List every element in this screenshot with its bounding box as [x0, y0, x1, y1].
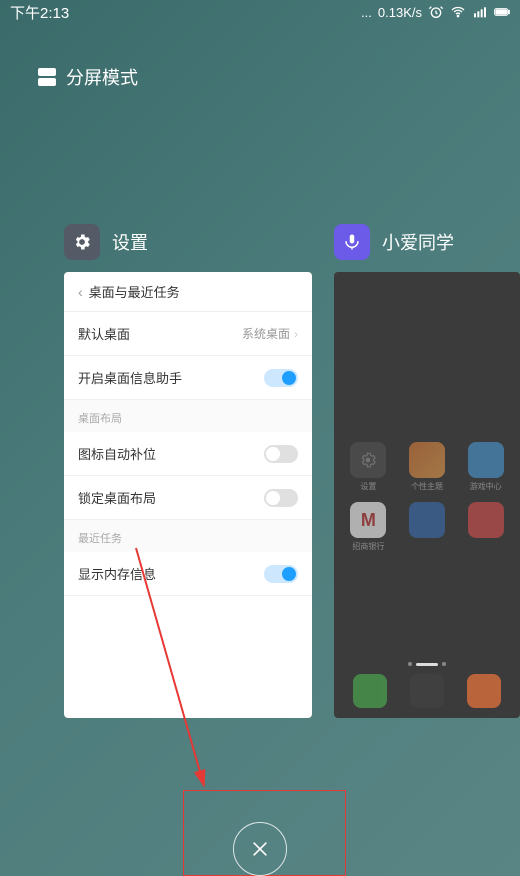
row-auto-fill[interactable]: 图标自动补位 — [64, 432, 312, 476]
split-screen-label: 分屏模式 — [66, 64, 138, 90]
chevron-right-icon: › — [294, 327, 298, 341]
close-icon — [250, 839, 270, 859]
status-bar: 下午2:13 ... 0.13K/s — [0, 0, 520, 24]
row-label: 锁定桌面布局 — [78, 488, 156, 507]
alarm-icon — [428, 4, 444, 20]
dock — [342, 674, 512, 708]
split-screen-icon — [38, 68, 56, 86]
hs-icon[interactable]: M招商银行 — [342, 502, 395, 552]
hs-icon[interactable]: 个性主题 — [401, 442, 454, 492]
toggle-lock-layout[interactable] — [264, 489, 298, 507]
settings-card-body[interactable]: ‹ 桌面与最近任务 默认桌面 系统桌面 › 开启桌面信息助手 桌面布局 图标自动… — [64, 272, 312, 718]
section-label-recent: 最近任务 — [64, 520, 312, 552]
toggle-show-memory[interactable] — [264, 565, 298, 583]
recent-app-settings[interactable]: 设置 ‹ 桌面与最近任务 默认桌面 系统桌面 › 开启桌面信息助手 桌面布局 图… — [64, 224, 312, 718]
card-header: 小爱同学 — [334, 224, 520, 260]
row-label: 默认桌面 — [78, 324, 130, 343]
dock-icon[interactable] — [410, 674, 444, 708]
wifi-icon — [450, 4, 466, 20]
split-screen-button[interactable]: 分屏模式 — [38, 64, 520, 90]
recent-apps: 设置 ‹ 桌面与最近任务 默认桌面 系统桌面 › 开启桌面信息助手 桌面布局 图… — [64, 224, 520, 718]
dock-browser-icon[interactable] — [467, 674, 501, 708]
toggle-auto-fill[interactable] — [264, 445, 298, 463]
row-desktop-assistant[interactable]: 开启桌面信息助手 — [64, 356, 312, 400]
status-time: 下午2:13 — [10, 2, 69, 23]
section-label-layout: 桌面布局 — [64, 400, 312, 432]
status-right: ... 0.13K/s — [361, 4, 510, 20]
toggle-desktop-assistant[interactable] — [264, 369, 298, 387]
row-label: 开启桌面信息助手 — [78, 368, 182, 387]
hs-icon[interactable]: 设置 — [342, 442, 395, 492]
card-title: 小爱同学 — [382, 229, 454, 255]
xiaoai-app-icon — [334, 224, 370, 260]
hs-icon[interactable] — [401, 502, 454, 552]
signal-icon — [472, 4, 488, 20]
page-indicator — [408, 662, 446, 666]
status-dots: ... — [361, 5, 372, 20]
settings-app-icon — [64, 224, 100, 260]
homescreen-grid: 设置 个性主题 游戏中心 M招商银行 — [342, 442, 512, 552]
dock-phone-icon[interactable] — [353, 674, 387, 708]
hs-icon[interactable]: 游戏中心 — [459, 442, 512, 492]
row-default-desktop[interactable]: 默认桌面 系统桌面 › — [64, 312, 312, 356]
battery-icon — [494, 4, 510, 20]
row-value: 系统桌面 › — [242, 325, 298, 342]
card-title: 设置 — [112, 229, 148, 255]
settings-page-header[interactable]: ‹ 桌面与最近任务 — [64, 272, 312, 312]
settings-page-title: 桌面与最近任务 — [89, 282, 180, 301]
row-label: 显示内存信息 — [78, 564, 156, 583]
card-header: 设置 — [64, 224, 312, 260]
recent-app-xiaoai[interactable]: 小爱同学 设置 个性主题 游戏中心 M招商银行 — [334, 224, 520, 718]
hs-icon[interactable] — [459, 502, 512, 552]
xiaoai-card-body[interactable]: 设置 个性主题 游戏中心 M招商银行 — [334, 272, 520, 718]
status-net-speed: 0.13K/s — [378, 5, 422, 20]
back-icon[interactable]: ‹ — [78, 284, 83, 300]
row-show-memory[interactable]: 显示内存信息 — [64, 552, 312, 596]
row-label: 图标自动补位 — [78, 444, 156, 463]
row-lock-layout[interactable]: 锁定桌面布局 — [64, 476, 312, 520]
clear-all-button[interactable] — [233, 822, 287, 876]
